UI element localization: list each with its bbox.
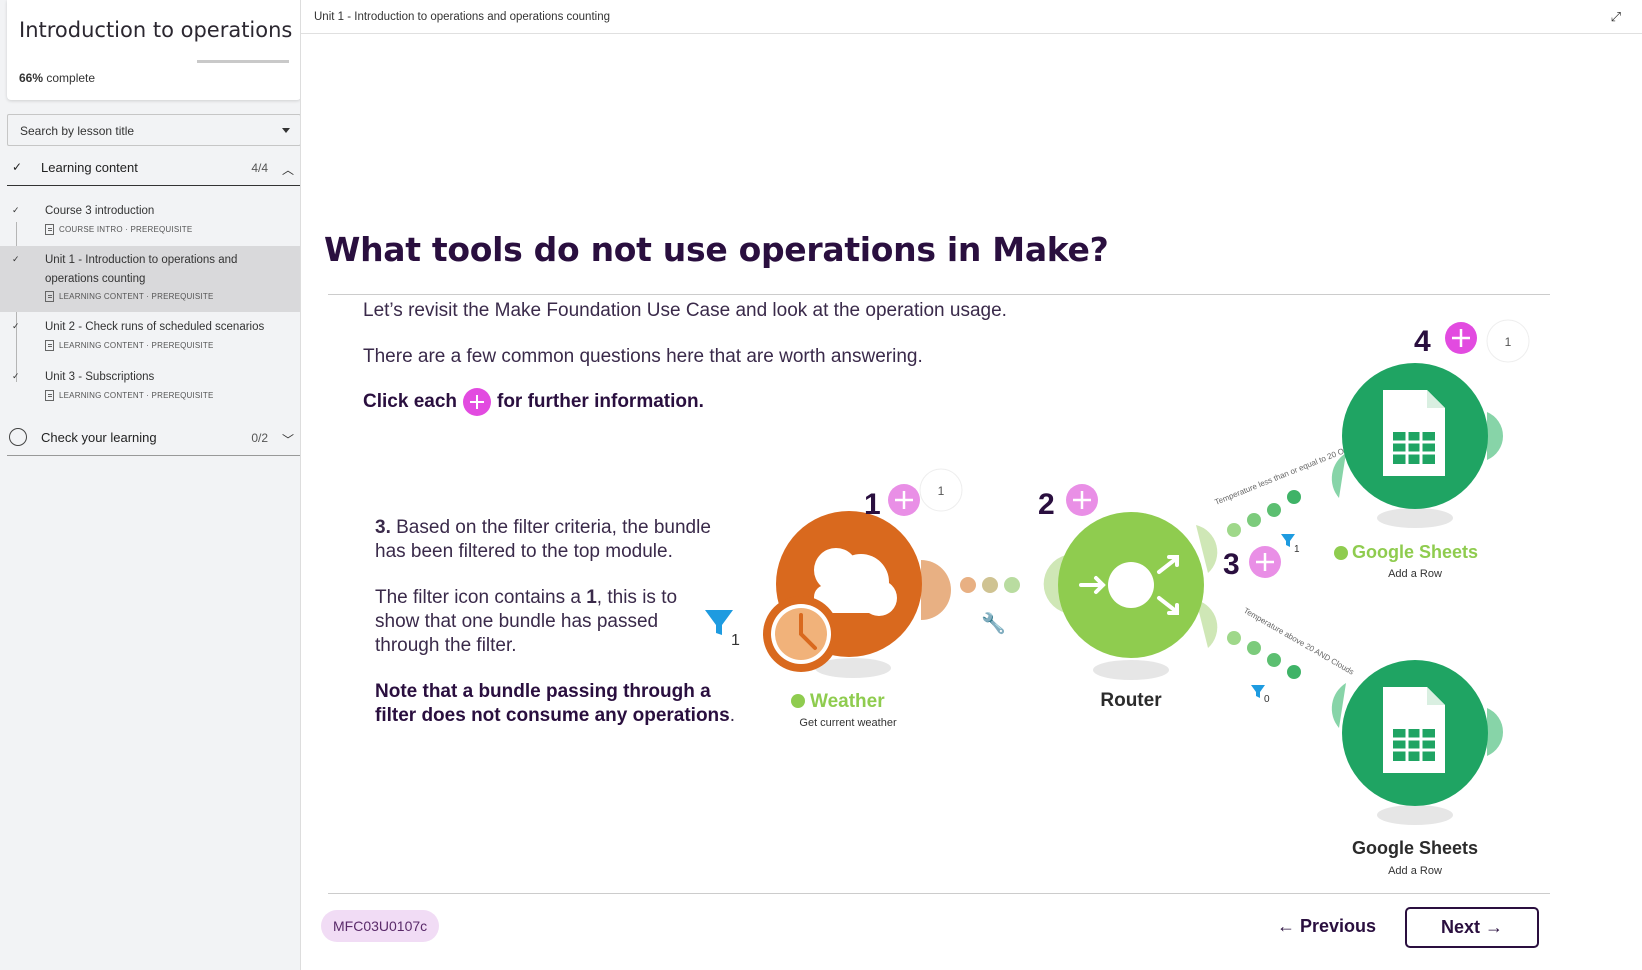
course-card: Introduction to operations 66% complete: [7, 0, 301, 100]
next-label: Next: [1440, 917, 1480, 937]
google-sheets-module-top: [1331, 363, 1503, 528]
next-button[interactable]: Next →: [1405, 907, 1539, 948]
status-ok-icon: [1334, 546, 1348, 560]
hotspot-number: 1: [864, 488, 881, 521]
weather-subtitle: Get current weather: [799, 717, 897, 729]
lesson-search-select[interactable]: Search by lesson title: [7, 114, 301, 146]
check-icon: ✓: [12, 254, 20, 264]
chevron-down-icon[interactable]: ﹀: [282, 431, 294, 448]
bubble-count: 1: [938, 484, 945, 498]
hotspot-2-button[interactable]: [1066, 484, 1098, 516]
router-title: Router: [1100, 690, 1162, 711]
route-bottom-label: Temperature above 20 AND Clouds: [1242, 606, 1355, 677]
section-label: Learning content: [41, 160, 138, 175]
lesson-meta: LEARNING CONTENT · PREREQUISITE: [45, 291, 214, 302]
status-ok-icon: [791, 694, 805, 708]
section-label: Check your learning: [41, 430, 157, 445]
note-filter-count: 1: [731, 632, 740, 649]
hotspot-1-button[interactable]: [888, 484, 920, 516]
slides-icon: [45, 390, 54, 401]
lesson-item-unit-3[interactable]: ✓ Unit 3 - Subscriptions LEARNING CONTEN…: [0, 366, 300, 412]
section-count: 4/4: [251, 161, 268, 175]
sheets-bottom-title: Google Sheets: [1352, 838, 1478, 858]
lesson-meta: LEARNING CONTENT · PREREQUISITE: [45, 340, 214, 351]
filter-top-count: 1: [1294, 544, 1300, 555]
sheets-top-title: Google Sheets: [1352, 542, 1478, 562]
lesson-title: Course 3 introduction: [45, 205, 155, 217]
section-count: 0/2: [251, 431, 268, 445]
search-placeholder: Search by lesson title: [20, 124, 135, 138]
course-title: Introduction to operations: [19, 18, 293, 42]
hotspot-3-button[interactable]: [1249, 546, 1281, 578]
connection-dots: [960, 577, 1020, 593]
lesson-item-unit-2[interactable]: ✓ Unit 2 - Check runs of scheduled scena…: [0, 316, 300, 362]
section-check-your-learning[interactable]: Check your learning 0/2 ﹀: [7, 420, 301, 456]
filter-icon: [705, 610, 733, 635]
router-module: [1043, 512, 1218, 680]
lesson-title: Unit 2 - Check runs of scheduled scenari…: [45, 321, 265, 333]
check-icon: ✓: [12, 160, 23, 174]
wrench-icon[interactable]: 🔧: [981, 611, 1006, 635]
sidebar: Introduction to operations 66% complete …: [0, 0, 301, 970]
check-icon: ✓: [12, 371, 20, 381]
weather-module: [763, 511, 951, 678]
progress-text: 66% complete: [19, 71, 96, 85]
progress-bar: [197, 60, 289, 63]
arrow-left-icon: ←: [1277, 916, 1295, 936]
bubble-count: 1: [1505, 335, 1512, 349]
hotspot-number: 3: [1223, 548, 1240, 581]
lesson-title: Unit 1 - Introduction to operations and …: [45, 254, 238, 285]
scenario-diagram: 1 Weather Get current weather 🔧 Router T…: [705, 319, 1530, 877]
document-icon: [45, 224, 54, 235]
chevron-up-icon[interactable]: ︿: [282, 161, 294, 178]
arrow-right-icon: →: [1485, 917, 1504, 937]
lesson-meta: COURSE INTRO · PREREQUISITE: [45, 224, 192, 235]
lesson-item-course-intro[interactable]: ✓ Course 3 introduction COURSE INTRO · P…: [0, 200, 300, 244]
weather-title: Weather: [810, 691, 885, 712]
incomplete-circle-icon: [9, 428, 27, 446]
section-learning-content[interactable]: ✓ Learning content 4/4 ︿: [7, 150, 301, 186]
sheets-top-subtitle: Add a Row: [1388, 568, 1442, 580]
sheets-bottom-subtitle: Add a Row: [1388, 865, 1442, 877]
lesson-item-unit-1[interactable]: ✓ Unit 1 - Introduction to operations an…: [0, 246, 300, 312]
lesson-code-badge: MFC03U0107c: [321, 910, 440, 942]
previous-label: Previous: [1300, 916, 1377, 936]
caret-down-icon: [282, 128, 290, 133]
lesson-content-panel: Unit 1 - Introduction to operations and …: [300, 0, 1642, 970]
filter-icon: [1281, 534, 1295, 547]
divider: [328, 893, 1550, 894]
hotspot-number: 4: [1414, 325, 1431, 358]
hotspot-4-button[interactable]: [1445, 322, 1477, 354]
check-icon: ✓: [12, 321, 20, 331]
filter-icon: [1251, 685, 1265, 698]
filter-bottom-count: 0: [1264, 694, 1270, 705]
hotspot-number: 2: [1038, 488, 1055, 521]
lesson-meta: LEARNING CONTENT · PREREQUISITE: [45, 390, 214, 401]
lesson-title: Unit 3 - Subscriptions: [45, 371, 155, 383]
google-sheets-module-bottom: [1331, 660, 1503, 825]
check-icon: ✓: [12, 205, 20, 215]
previous-button[interactable]: ← Previous: [1267, 908, 1386, 944]
slides-icon: [45, 340, 54, 351]
slides-icon: [45, 291, 54, 302]
